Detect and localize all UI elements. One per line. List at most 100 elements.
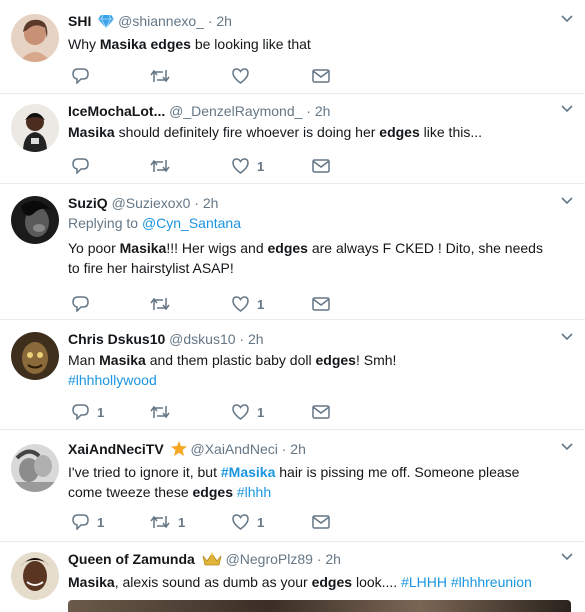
display-name[interactable]: IceMochaLot... [68, 103, 165, 119]
like-button[interactable]: 1 [232, 512, 264, 532]
tweet-header: SuziQ @Suziexox0 · 2h [68, 194, 555, 212]
retweet-button[interactable] [150, 156, 178, 176]
retweet-button[interactable]: 1 [150, 512, 185, 532]
tweet-text: Why Masika edges be looking like that [68, 34, 555, 54]
user-handle[interactable]: @dskus10 [169, 331, 235, 347]
tweet-text: I've tried to ignore it, but #Masika hai… [68, 462, 555, 502]
like-button[interactable]: 1 [232, 402, 264, 422]
avatar[interactable] [11, 552, 59, 600]
chevron-down-icon[interactable] [560, 102, 574, 116]
chevron-down-icon[interactable] [560, 194, 574, 208]
hashtag-link[interactable]: #lhhhreunion [451, 574, 532, 590]
like-count: 1 [257, 514, 265, 530]
user-handle[interactable]: @XaiAndNeci [190, 441, 277, 457]
like-button[interactable]: 1 [232, 156, 264, 176]
hashtag-link[interactable]: #Masika [221, 464, 275, 480]
display-name[interactable]: XaiAndNeciTV [68, 441, 164, 457]
user-handle[interactable]: @Suziexox0 [112, 195, 191, 211]
user-handle[interactable]: @NegroPlz89 [226, 551, 313, 567]
avatar[interactable] [11, 104, 59, 152]
reply-icon [72, 296, 89, 312]
tweet-feed: SHI @shiannexo_ · 2h Why Masika edges be… [0, 0, 585, 612]
display-name[interactable]: SHI [68, 13, 91, 29]
envelope-icon [312, 159, 330, 173]
timestamp[interactable]: · 2h [239, 331, 263, 347]
heart-icon [232, 68, 249, 84]
user-handle[interactable]: @_DenzelRaymond_ [169, 103, 302, 119]
retweet-count: 1 [178, 514, 186, 530]
like-button[interactable]: 1 [232, 294, 264, 314]
hashtag-link[interactable]: #LHHH [401, 574, 447, 590]
timestamp[interactable]: · 2h [317, 551, 341, 567]
highlighted-keyword: Masika [119, 240, 167, 256]
tweet-text-segment: Yo poor [68, 240, 120, 256]
display-name[interactable]: Chris Dskus10 [68, 331, 165, 347]
chevron-down-icon[interactable] [560, 550, 574, 564]
star-icon [170, 441, 187, 460]
tweet[interactable]: XaiAndNeciTV @XaiAndNeci · 2h I've tried… [0, 430, 585, 542]
direct-message-button[interactable] [312, 294, 330, 314]
retweet-icon [150, 404, 170, 420]
retweet-icon [150, 158, 170, 174]
tweet-text: Yo poor Masika!!! Her wigs and edges are… [68, 238, 555, 278]
timestamp[interactable]: · 2h [208, 13, 232, 29]
chevron-down-icon[interactable] [560, 330, 574, 344]
avatar[interactable] [11, 332, 59, 380]
retweet-icon [150, 296, 170, 312]
retweet-icon [150, 514, 170, 530]
tweet-text-segment: Man [68, 352, 100, 368]
reply-button[interactable] [72, 66, 97, 86]
tweet[interactable]: Chris Dskus10 @dskus10 · 2h Man Masika a… [0, 320, 585, 430]
like-count: 1 [257, 404, 265, 420]
retweet-button[interactable] [150, 294, 178, 314]
chevron-down-icon[interactable] [560, 440, 574, 454]
envelope-icon [312, 515, 330, 529]
like-button[interactable] [232, 66, 257, 86]
user-handle[interactable]: @shiannexo_ [118, 13, 204, 29]
tweet[interactable]: SuziQ @Suziexox0 · 2h Replying to @Cyn_S… [0, 184, 585, 320]
reply-button[interactable]: 1 [72, 402, 104, 422]
reply-button[interactable]: 1 [72, 512, 104, 532]
tweet[interactable]: SHI @shiannexo_ · 2h Why Masika edges be… [0, 0, 585, 94]
highlighted-keyword: Masika [99, 36, 147, 52]
like-count: 1 [257, 296, 265, 312]
reply-icon [72, 68, 89, 84]
timestamp[interactable]: · 2h [282, 441, 306, 457]
tweet-header: Queen of Zamunda @NegroPlz89 · 2h [68, 550, 555, 570]
reply-button[interactable] [72, 156, 97, 176]
highlighted-keyword: Masika [68, 574, 115, 590]
direct-message-button[interactable] [312, 512, 330, 532]
tweet-header: Chris Dskus10 @dskus10 · 2h [68, 330, 555, 348]
heart-icon [232, 404, 249, 420]
retweet-button[interactable] [150, 402, 178, 422]
hashtag-link[interactable]: #lhhh [237, 484, 271, 500]
direct-message-button[interactable] [312, 402, 330, 422]
tweet-text-segment: Why [68, 36, 100, 52]
mention-link[interactable]: @Cyn_Santana [142, 215, 241, 231]
tweet-text-segment: , alexis sound as dumb as your [114, 574, 312, 590]
direct-message-button[interactable] [312, 156, 330, 176]
highlighted-keyword: Masika [99, 352, 146, 368]
timestamp[interactable]: · 2h [306, 103, 330, 119]
tweet[interactable]: Queen of Zamunda @NegroPlz89 · 2h Masika… [0, 542, 585, 612]
tweet[interactable]: IceMochaLot... @_DenzelRaymond_ · 2h Mas… [0, 94, 585, 184]
retweet-button[interactable] [150, 66, 178, 86]
avatar[interactable] [11, 196, 59, 244]
display-name[interactable]: SuziQ [68, 195, 108, 211]
display-name[interactable]: Queen of Zamunda [68, 551, 195, 567]
timestamp[interactable]: · 2h [194, 195, 218, 211]
crown-icon [202, 552, 222, 570]
direct-message-button[interactable] [312, 66, 330, 86]
envelope-icon [312, 69, 330, 83]
chevron-down-icon[interactable] [560, 12, 574, 26]
reply-button[interactable] [72, 294, 97, 314]
avatar[interactable] [11, 14, 59, 62]
avatar[interactable] [11, 444, 59, 492]
tweet-text-segment: like this... [419, 124, 483, 140]
tweet-text: Masika should definitely fire whoever is… [68, 122, 555, 142]
media-preview[interactable] [68, 600, 571, 612]
tweet-header: IceMochaLot... @_DenzelRaymond_ · 2h [68, 102, 555, 120]
hashtag-link[interactable]: #lhhhollywood [68, 370, 555, 390]
reply-count: 1 [97, 404, 105, 420]
tweet-text-segment: and them plastic baby doll [145, 352, 316, 368]
